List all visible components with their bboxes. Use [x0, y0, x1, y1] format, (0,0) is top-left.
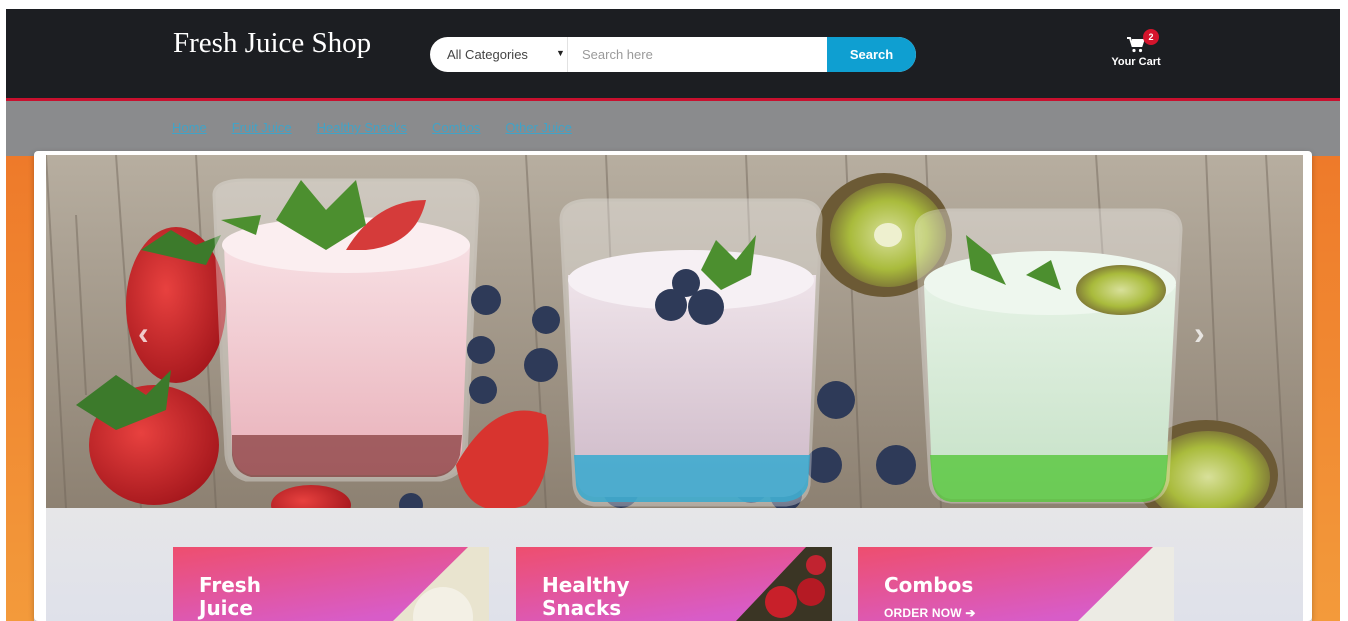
main-nav: Home Fruit Juice Healthy Snacks Combos O… [6, 101, 1340, 156]
category-select-value: All Categories [447, 47, 528, 62]
nav-link-combos[interactable]: Combos [432, 120, 480, 135]
orange-backdrop-right [1312, 156, 1340, 621]
promo-title: Combos [884, 573, 974, 597]
caret-down-icon: ▼ [556, 48, 565, 58]
promo-title-line2: Juice [199, 596, 253, 620]
cart-button[interactable]: 2 Your Cart [1104, 29, 1168, 73]
nav-link-other-juice[interactable]: Other Juice [505, 120, 571, 135]
hero-slide-image [46, 155, 1303, 508]
hero-slider: ‹ › [46, 155, 1303, 508]
nav-link-fruit-juice[interactable]: Fruit Juice [232, 120, 292, 135]
site-header: Fresh Juice Shop All Categories ▼ Search… [6, 9, 1340, 98]
site-brand[interactable]: Fresh Juice Shop [173, 27, 371, 60]
search-input[interactable] [569, 37, 827, 72]
search-bar: All Categories ▼ Search [430, 37, 916, 72]
promo-title: Healthy Snacks [542, 574, 630, 620]
nav-link-healthy-snacks[interactable]: Healthy Snacks [317, 120, 407, 135]
nav-link-home[interactable]: Home [172, 120, 207, 135]
page-frame: Fresh Juice Shop All Categories ▼ Search… [6, 9, 1340, 621]
category-select[interactable]: All Categories ▼ [430, 37, 568, 72]
slider-prev-chevron-left-icon[interactable]: ‹ [138, 315, 149, 352]
shopping-cart-icon [1127, 37, 1145, 53]
orange-backdrop-left [6, 156, 34, 621]
promo-title-line1: Healthy [542, 573, 630, 597]
promo-title-line2: Snacks [542, 596, 622, 620]
promo-tile-fresh-juice[interactable]: Fresh Juice [173, 547, 489, 621]
slider-next-chevron-right-icon[interactable]: › [1194, 315, 1205, 352]
cart-label: Your Cart [1111, 56, 1161, 68]
promo-title: Fresh Juice [199, 574, 261, 620]
search-button[interactable]: Search [827, 37, 916, 72]
promo-title-line1: Fresh [199, 573, 261, 597]
cart-count-badge: 2 [1143, 29, 1159, 45]
order-now-link[interactable]: ORDER NOW ➔ [884, 606, 976, 620]
promo-tile-combos[interactable]: Combos ORDER NOW ➔ [858, 547, 1174, 621]
promo-tile-healthy-snacks[interactable]: Healthy Snacks [516, 547, 832, 621]
